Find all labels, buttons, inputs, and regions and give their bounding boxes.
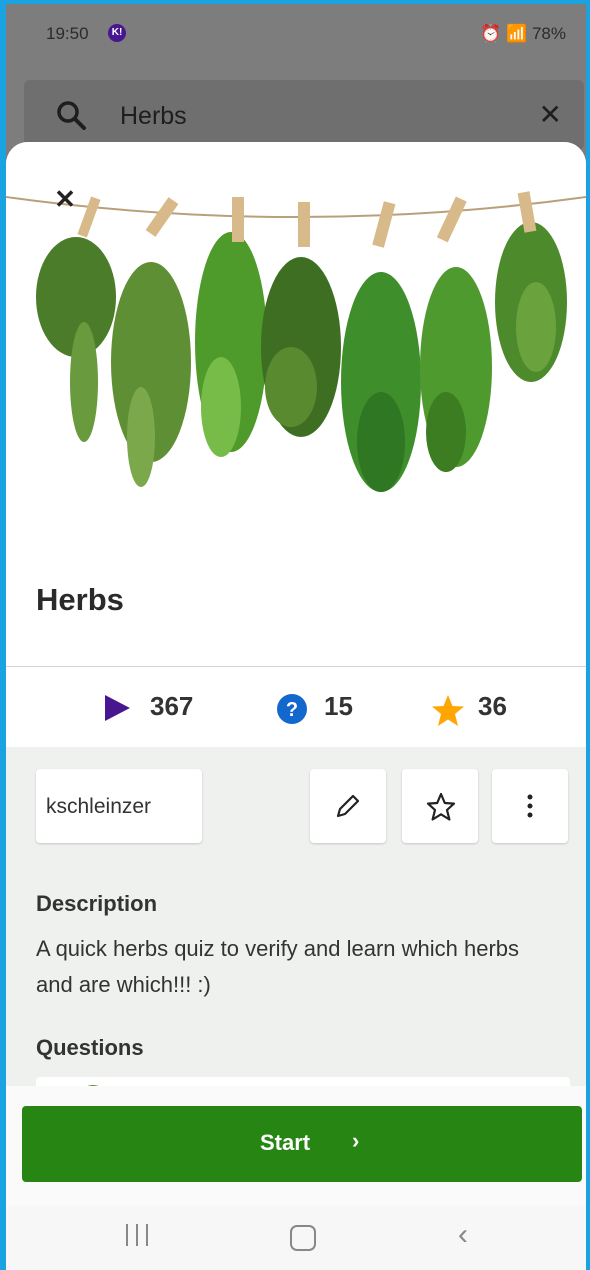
home-icon[interactable] xyxy=(290,1225,316,1251)
questions-heading: Questions xyxy=(36,1035,144,1060)
herbs-illustration xyxy=(6,191,586,492)
pencil-icon xyxy=(336,794,360,818)
recents-icon[interactable] xyxy=(126,1224,150,1246)
chevron-right-icon: › xyxy=(352,1128,360,1153)
status-icons: ⏰ 📶 78% xyxy=(480,24,566,44)
star-icon xyxy=(432,695,464,726)
search-icon xyxy=(57,101,86,130)
description-text: A quick herbs quiz to verify and learn w… xyxy=(36,936,520,997)
back-icon[interactable]: ‹ xyxy=(458,1218,468,1252)
more-options-button[interactable] xyxy=(492,769,568,843)
search-bar[interactable]: Herbs ✕ xyxy=(24,80,584,150)
herb-bundle-4 xyxy=(261,202,341,437)
herb-bundle-3 xyxy=(195,197,267,457)
star-outline-icon xyxy=(426,792,456,821)
herb-bundle-1 xyxy=(36,196,116,442)
herb-bundle-5 xyxy=(341,201,421,492)
alarm-icon: ⏰ xyxy=(480,24,502,43)
start-label: Start xyxy=(260,1130,311,1155)
favorite-button[interactable] xyxy=(402,769,478,843)
search-input[interactable]: Herbs xyxy=(120,102,187,131)
herb-bundle-2 xyxy=(111,197,191,487)
more-vertical-icon xyxy=(527,794,533,818)
status-time: 19:50 xyxy=(46,24,89,43)
herb-bundle-7 xyxy=(495,191,567,382)
stats-row: 367 ? 15 36 xyxy=(6,667,586,747)
play-icon xyxy=(105,695,130,721)
herb-bundle-6 xyxy=(420,196,492,472)
kahoot-title: Herbs xyxy=(36,582,124,617)
question-mark-icon: ? xyxy=(277,694,307,724)
status-bar: 19:50 K! ⏰ 📶 78% xyxy=(6,4,586,64)
edit-button[interactable] xyxy=(310,769,386,843)
cover-image: ✕ xyxy=(6,142,586,552)
favorites-count: 36 xyxy=(478,691,507,721)
start-bar: Start › xyxy=(6,1086,586,1206)
description-heading: Description xyxy=(36,891,158,916)
signal-icon: 📶 xyxy=(506,24,528,43)
clear-search-icon[interactable]: ✕ xyxy=(539,98,562,131)
creator-name: kschleinzer xyxy=(46,795,152,818)
phone-screen: 19:50 K! ⏰ 📶 78% Herbs ✕ ✕ Herbs 367 ? 1… xyxy=(0,0,590,1270)
start-button[interactable]: Start › xyxy=(22,1106,582,1182)
questions-count: 15 xyxy=(324,691,353,721)
android-nav-bar: ‹ xyxy=(6,1206,586,1270)
kahoot-notification-icon: K! xyxy=(108,24,126,42)
plays-count: 367 xyxy=(150,691,194,721)
battery-level: 78% xyxy=(531,24,566,43)
svg-text:?: ? xyxy=(286,699,298,721)
close-sheet-icon[interactable]: ✕ xyxy=(48,182,82,216)
creator-chip[interactable]: kschleinzer xyxy=(36,769,202,843)
